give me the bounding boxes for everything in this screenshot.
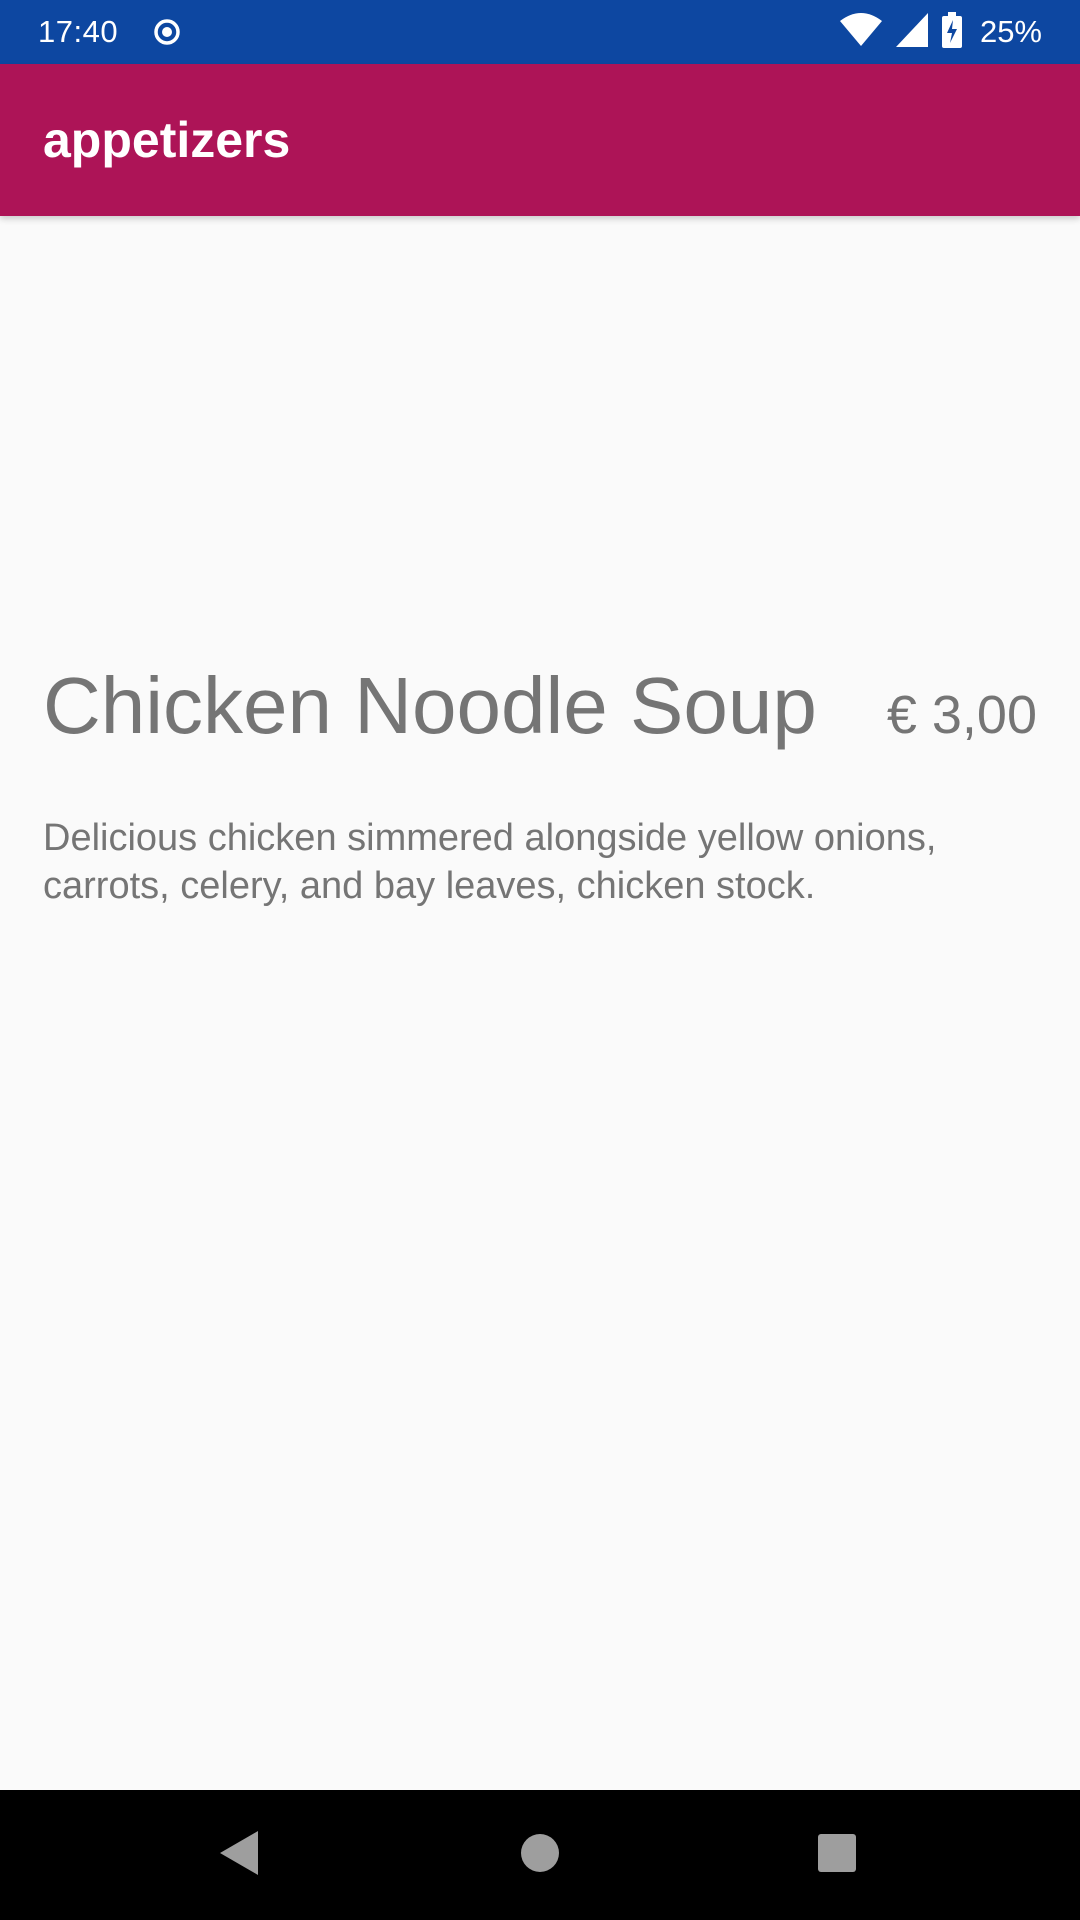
battery-charging-icon — [941, 11, 962, 53]
recents-button[interactable] — [772, 1790, 902, 1920]
item-name: Chicken Noodle Soup — [43, 661, 817, 750]
back-icon — [218, 1829, 262, 1882]
item-price: € 3,00 — [886, 685, 1037, 745]
record-icon — [152, 17, 182, 47]
navigation-bar — [0, 1790, 1080, 1920]
status-bar: 17:40 25% — [0, 0, 1080, 64]
recents-icon — [817, 1833, 857, 1878]
battery-percent: 25% — [979, 14, 1042, 49]
status-icons: 25% — [839, 11, 1042, 53]
home-icon — [520, 1833, 560, 1878]
status-time: 17:40 — [38, 14, 119, 49]
item-description: Delicious chicken simmered alongside yel… — [43, 817, 937, 907]
back-button[interactable] — [175, 1790, 305, 1920]
signal-icon — [895, 12, 928, 52]
item-header: Chicken Noodle Soup € 3,00 — [43, 660, 1037, 752]
home-button[interactable] — [475, 1790, 605, 1920]
item-detail: Chicken Noodle Soup € 3,00 Delicious chi… — [43, 660, 1037, 910]
app-bar: appetizers — [0, 64, 1080, 216]
wifi-icon — [839, 12, 882, 52]
screen: 17:40 25% appetizers Chicken Noodle Soup… — [0, 0, 1080, 1920]
page-title: appetizers — [43, 112, 291, 168]
